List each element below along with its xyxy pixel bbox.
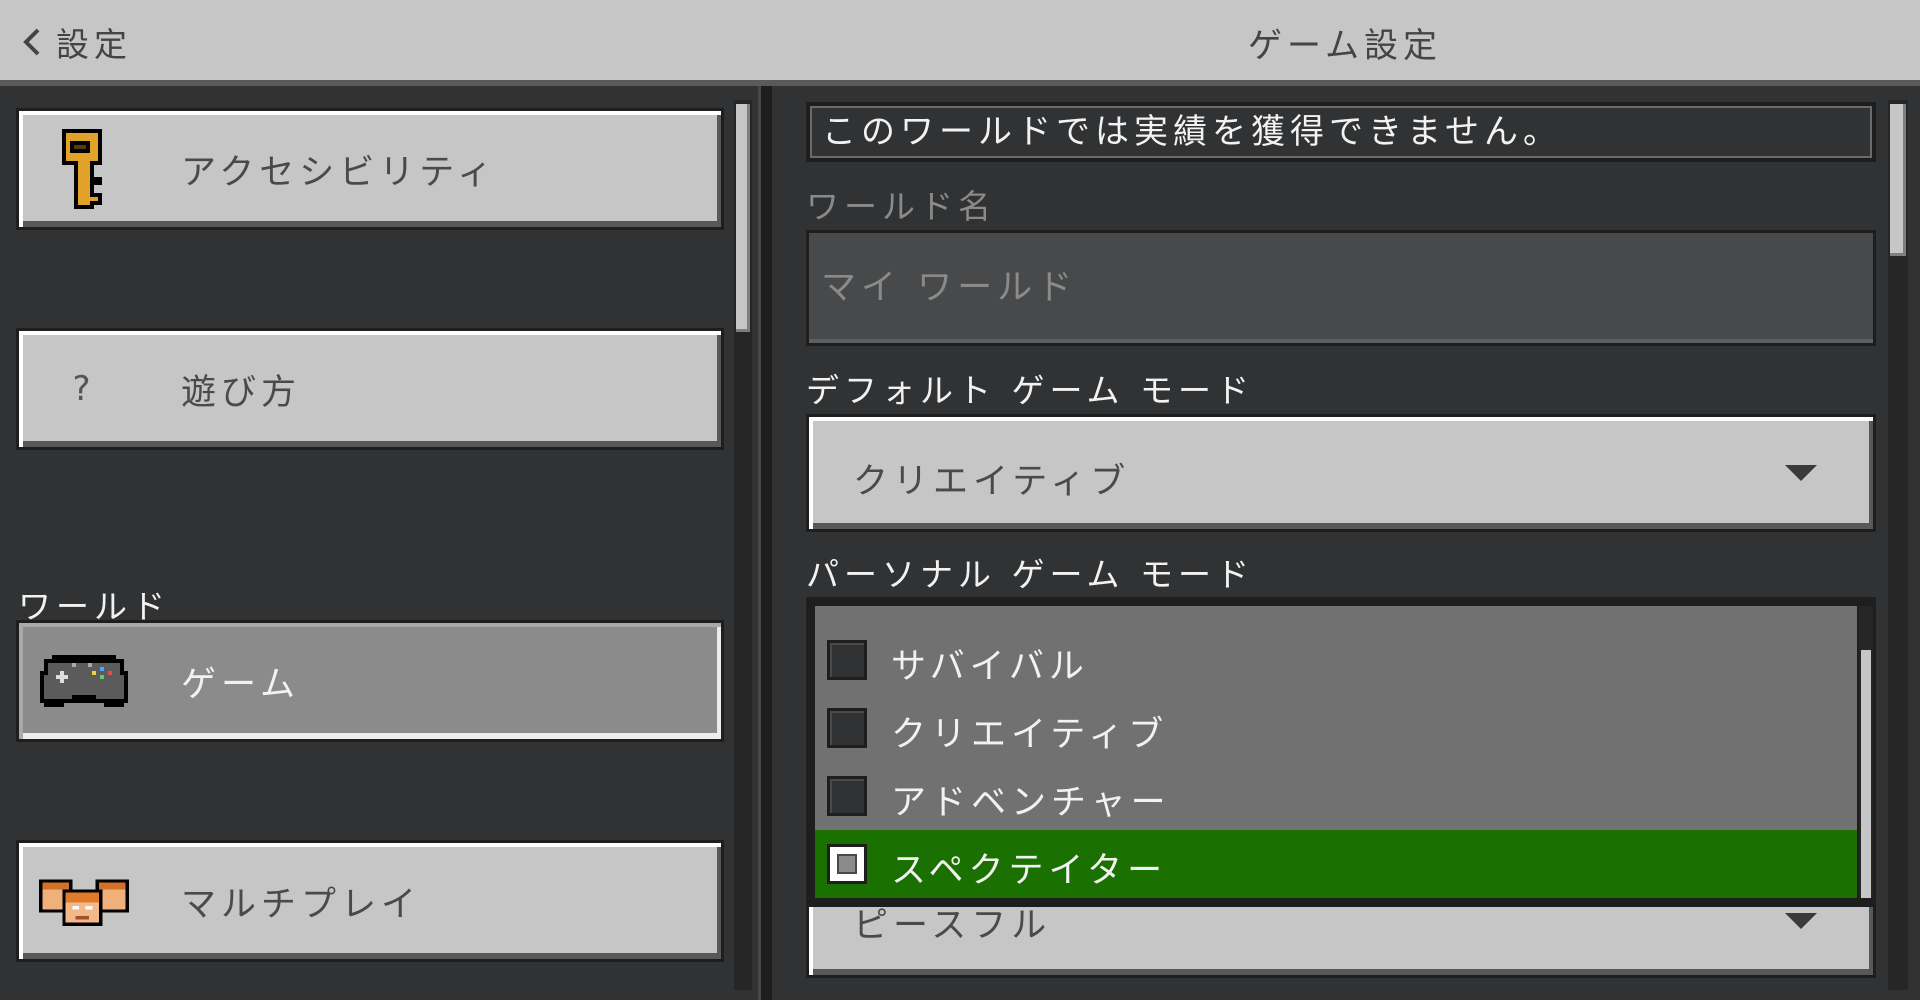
players-icon (19, 843, 149, 959)
option-label: アドベンチャー (891, 783, 1171, 823)
world-name-label: ワールド名 (806, 187, 996, 226)
chevron-down-icon (1785, 465, 1817, 481)
sidebar-item-label: アクセシビリティ (181, 152, 498, 193)
checkbox-checked[interactable] (827, 844, 867, 884)
checkbox[interactable] (827, 776, 867, 816)
sidebar-item-accessibility[interactable]: アクセシビリティ (16, 108, 724, 230)
key-icon (19, 111, 149, 227)
default-game-mode-label: デフォルト ゲーム モード (806, 371, 1254, 410)
option-label: サバイバル (891, 647, 1089, 687)
question-icon: ? (72, 369, 96, 409)
page-title: ゲーム設定 (1248, 26, 1442, 66)
panel-divider (758, 86, 772, 1000)
personal-game-mode-label: パーソナル ゲーム モード (806, 555, 1254, 594)
checkbox[interactable] (827, 640, 867, 680)
controller-icon (19, 623, 149, 739)
sidebar-item-game[interactable]: ゲーム (16, 620, 724, 742)
option-spectator[interactable]: スペクテイター (815, 830, 1857, 898)
sidebar-item-label: 遊び方 (181, 372, 302, 413)
option-creative[interactable]: クリエイティブ (815, 694, 1857, 762)
back-label: 設定 (56, 25, 132, 64)
option-adventure[interactable]: アドベンチャー (815, 762, 1857, 830)
achievements-notice: このワールドでは実績を獲得できません。 (806, 102, 1876, 162)
option-label: クリエイティブ (891, 715, 1169, 755)
sidebar-item-label: ゲーム (181, 664, 300, 705)
chevron-left-icon (22, 26, 42, 58)
chevron-down-icon (1785, 913, 1817, 929)
back-button[interactable]: 設定 (22, 16, 132, 68)
sidebar-scrollbar-thumb[interactable] (736, 104, 750, 332)
sidebar-item-label: マルチプレイ (181, 884, 422, 925)
main-scrollbar-thumb[interactable] (1890, 104, 1906, 256)
option-survival[interactable]: サバイバル (815, 626, 1857, 694)
option-label: スペクテイター (891, 851, 1168, 891)
dropdown-value: クリエイティブ (853, 462, 1131, 502)
sidebar-item-how-to-play[interactable]: ? 遊び方 (16, 328, 724, 450)
list-scrollbar-thumb[interactable] (1861, 650, 1871, 898)
sidebar-item-multiplayer[interactable]: マルチプレイ (16, 840, 724, 962)
checkbox[interactable] (827, 708, 867, 748)
personal-game-mode-list: サバイバル クリエイティブ アドベンチャー スペクテイター (806, 597, 1876, 907)
default-game-mode-dropdown[interactable]: クリエイティブ (806, 414, 1876, 532)
world-name-input[interactable]: マイ ワールド (806, 230, 1876, 346)
